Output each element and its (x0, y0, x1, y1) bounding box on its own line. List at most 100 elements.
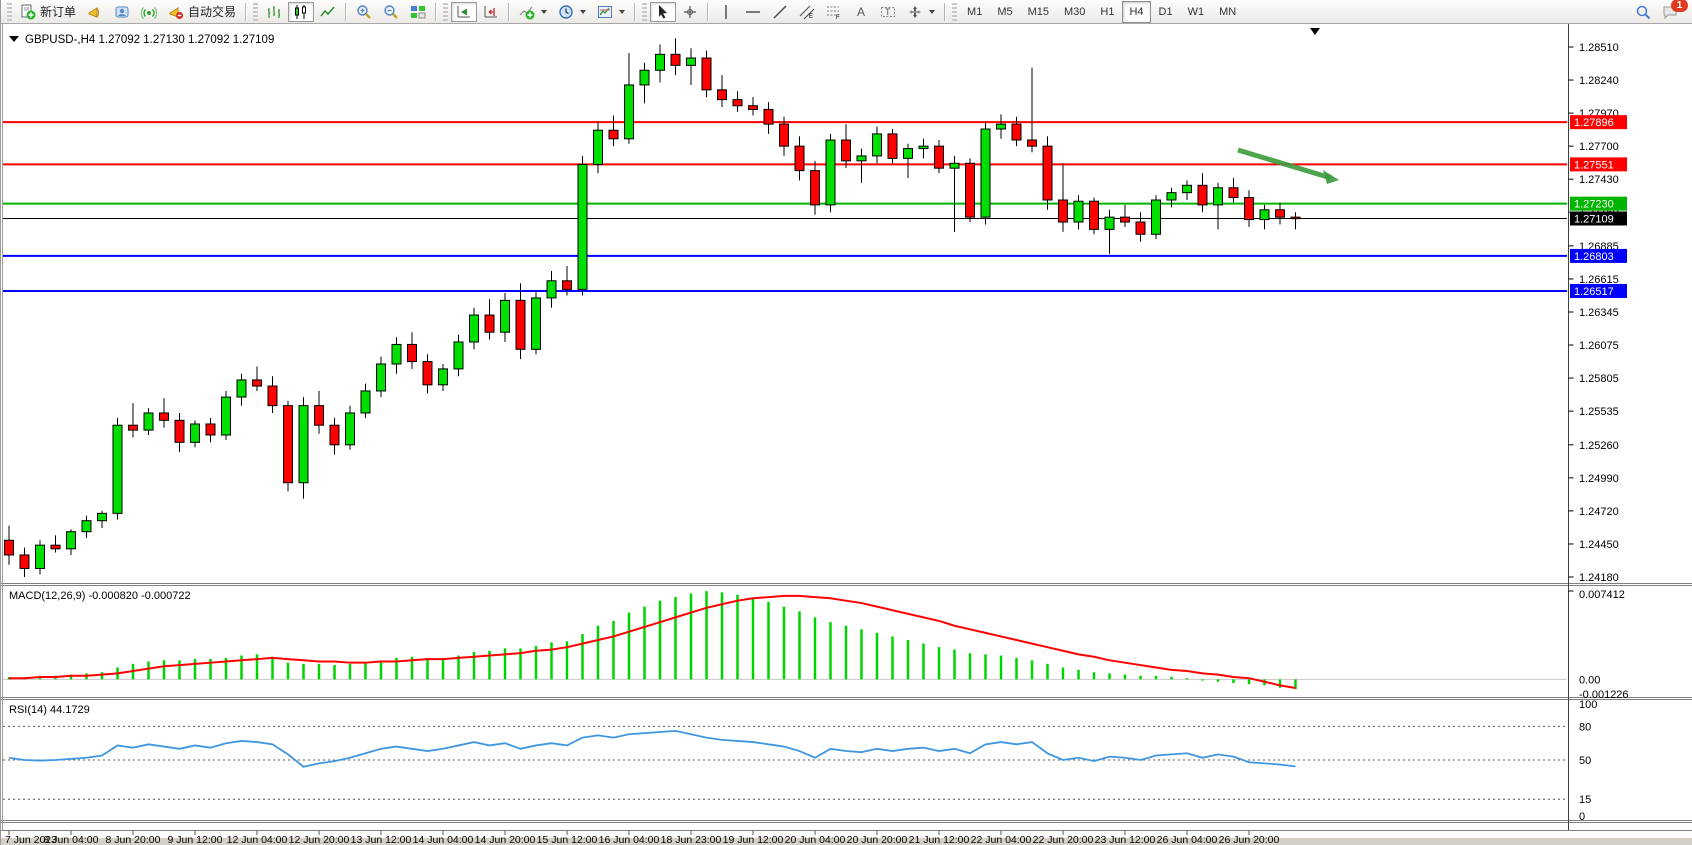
time-tick-label: 26 Jun 20:00 (1219, 834, 1280, 845)
auto-trading-icon (168, 4, 184, 20)
candlestick (1090, 198, 1099, 235)
vertical-line-button[interactable] (713, 2, 739, 22)
templates-icon (597, 4, 613, 20)
auto-scroll-button[interactable] (451, 2, 477, 22)
community-button[interactable] (109, 2, 135, 22)
text-label-button[interactable]: T (875, 2, 901, 22)
candlestick (578, 156, 587, 296)
price-tick-label: 1.25260 (1579, 440, 1619, 452)
indicators-icon (519, 4, 535, 20)
indicators-button[interactable] (514, 2, 552, 22)
time-tick-label: 20 Jun 04:00 (785, 834, 846, 845)
signals-icon (141, 4, 157, 20)
chart-canvas[interactable]: 1.285101.282401.279701.277001.274301.271… (1, 24, 1692, 845)
price-tick-label: 1.24450 (1579, 539, 1619, 551)
zoom-in-button[interactable] (351, 2, 377, 22)
bar-chart-button[interactable] (261, 2, 287, 22)
tile-windows-button[interactable] (405, 2, 431, 22)
trendline-icon (772, 4, 788, 20)
price-tick-label: 1.24720 (1579, 506, 1619, 518)
price-level-badge-label: 1.27230 (1574, 199, 1614, 211)
time-tick-label: 18 Jun 23:00 (661, 834, 722, 845)
vertical-line-icon (718, 4, 734, 20)
notification-count-badge: 1 (1671, 0, 1688, 12)
arrows-button[interactable] (902, 2, 940, 22)
zoom-out-icon (383, 4, 399, 20)
notifications-button[interactable]: 1 (1657, 2, 1683, 22)
candlestick (113, 418, 122, 520)
horizontal-line-icon (745, 4, 761, 20)
tab-timeframe-m5[interactable]: M5 (990, 1, 1019, 23)
time-tick-label: 12 Jun 04:00 (227, 834, 288, 845)
line-chart-button[interactable] (315, 2, 341, 22)
search-button[interactable] (1630, 2, 1656, 22)
price-tick-label: 1.24180 (1579, 572, 1619, 584)
candlestick (284, 401, 293, 492)
tab-timeframe-h4[interactable]: H4 (1122, 1, 1150, 23)
tab-timeframe-m1[interactable]: M1 (960, 1, 989, 23)
candlestick (532, 291, 541, 355)
candlestick (888, 129, 897, 163)
rsi-axis-label: 80 (1579, 721, 1591, 733)
price-tick-label: 1.28240 (1579, 75, 1619, 87)
tab-timeframe-d1[interactable]: D1 (1152, 1, 1180, 23)
horizontal-line-button[interactable] (740, 2, 766, 22)
text-label-icon: T (880, 4, 896, 20)
toolbar-grip[interactable] (952, 3, 957, 21)
price-level-badge-label: 1.26517 (1574, 286, 1614, 298)
chart-title-ohlc: GBPUSD-,H4 1.27092 1.27130 1.27092 1.271… (25, 34, 274, 46)
candlestick (966, 158, 975, 222)
cursor-arrow-icon (655, 4, 671, 20)
candlestick-chart-button[interactable] (288, 2, 314, 22)
periods-button[interactable] (553, 2, 591, 22)
toolbar-grip[interactable] (642, 3, 647, 21)
tab-timeframe-w1[interactable]: W1 (1181, 1, 1212, 23)
rsi-axis-label: 15 (1579, 794, 1591, 806)
toolbar-grip[interactable] (253, 3, 258, 21)
price-tick-label: 1.28510 (1579, 42, 1619, 54)
price-tick-label: 1.25805 (1579, 373, 1619, 385)
fibonacci-icon: F (826, 4, 842, 20)
tab-timeframe-h1[interactable]: H1 (1093, 1, 1121, 23)
new-order-icon (20, 4, 36, 20)
text-button[interactable]: A (848, 2, 874, 22)
candlestick (702, 51, 711, 98)
tab-timeframe-m30[interactable]: M30 (1057, 1, 1092, 23)
chart-shift-button[interactable] (478, 2, 504, 22)
chart-window[interactable]: 1.285101.282401.279701.277001.274301.271… (1, 24, 1692, 845)
crosshair-button[interactable] (677, 2, 703, 22)
toolbar-grip[interactable] (7, 3, 12, 21)
templates-button[interactable] (592, 2, 630, 22)
cursor-button[interactable] (650, 2, 676, 22)
macd-label: MACD(12,26,9) -0.000820 -0.000722 (9, 590, 191, 602)
new-order-button[interactable]: 新订单 (15, 2, 81, 22)
trendline-button[interactable] (767, 2, 793, 22)
line-chart-icon (320, 4, 336, 20)
toolbar-grip[interactable] (443, 3, 448, 21)
equidistant-channel-button[interactable]: E (794, 2, 820, 22)
fibonacci-button[interactable]: F (821, 2, 847, 22)
time-tick-label: 16 Jun 04:00 (599, 834, 660, 845)
mt4-terminal-window: { "toolbar": { "new_order_label": "新订单",… (0, 0, 1692, 845)
alerts-button[interactable] (82, 2, 108, 22)
auto-trading-button[interactable]: 自动交易 (163, 2, 241, 22)
price-tick-label: 1.26345 (1579, 307, 1619, 319)
crosshair-icon (682, 4, 698, 20)
new-order-label: 新订单 (40, 3, 76, 20)
candlestick (222, 391, 231, 440)
auto-trading-label: 自动交易 (188, 3, 236, 20)
svg-text:F: F (836, 15, 840, 20)
price-tick-label: 1.27430 (1579, 174, 1619, 186)
zoom-out-button[interactable] (378, 2, 404, 22)
price-tick-label: 1.25535 (1579, 406, 1619, 418)
time-tick-label: 20 Jun 20:00 (847, 834, 908, 845)
time-tick-label: 13 Jun 12:00 (351, 834, 412, 845)
rsi-axis-label: 100 (1579, 699, 1597, 711)
tile-windows-icon (410, 4, 426, 20)
signals-button[interactable] (136, 2, 162, 22)
tab-timeframe-mn[interactable]: MN (1212, 1, 1243, 23)
arrows-dropdown-caret (929, 10, 935, 14)
tab-timeframe-m15[interactable]: M15 (1021, 1, 1056, 23)
time-tick-label: 26 Jun 04:00 (1157, 834, 1218, 845)
time-tick-label: 14 Jun 04:00 (413, 834, 474, 845)
